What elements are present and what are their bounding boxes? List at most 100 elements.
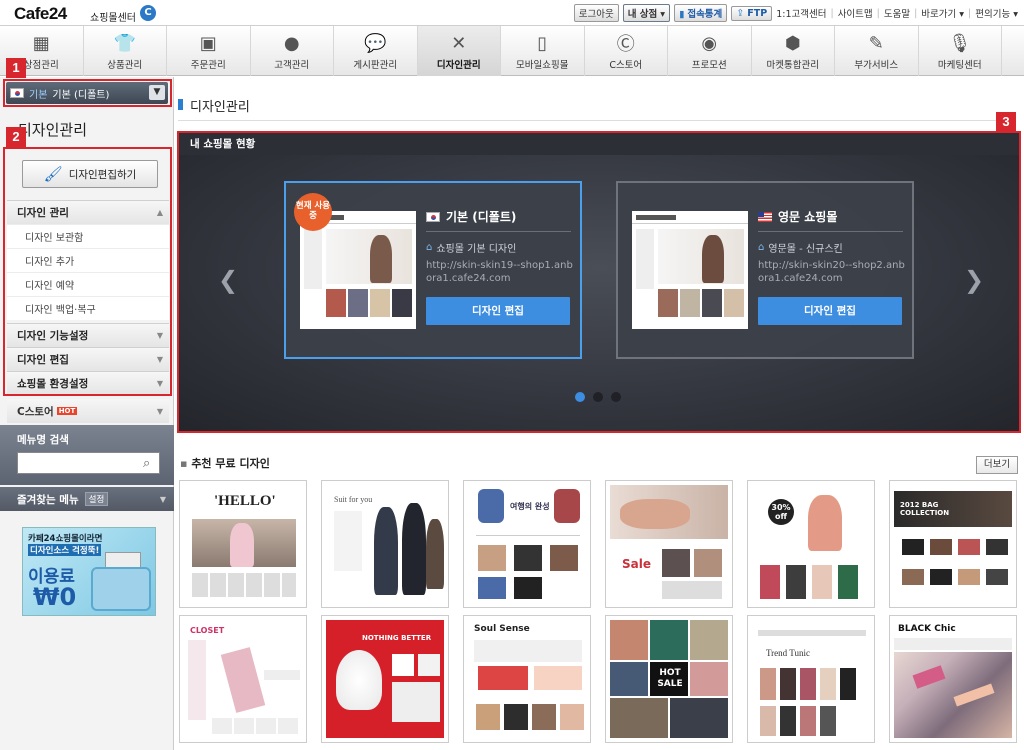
- market-icon: ⬢: [784, 32, 801, 54]
- marker-2: 2: [6, 127, 26, 147]
- page-title: 디자인관리: [190, 100, 250, 115]
- design-tile[interactable]: 30% off: [747, 480, 875, 608]
- design-tile[interactable]: Soul Sense: [463, 615, 591, 743]
- nav-label: 게시판관리: [353, 60, 398, 71]
- nav-board[interactable]: 💬 게시판관리: [334, 26, 418, 76]
- ftp-button[interactable]: ⇪ FTP: [731, 5, 773, 21]
- tile-text: NOTHING BETTER: [362, 634, 432, 642]
- nav-orders[interactable]: ▣ 주문관리: [167, 26, 251, 76]
- more-button[interactable]: 더보기: [976, 456, 1018, 474]
- stats-button[interactable]: ▮ 접속통계: [674, 4, 728, 22]
- nav-label: 고객관리: [274, 60, 310, 71]
- nav-label: 부가서비스: [854, 60, 899, 71]
- divider: |: [968, 7, 972, 19]
- my-shop-label: 내 상점: [627, 9, 658, 20]
- sitemap-link[interactable]: 사이트맵: [838, 6, 873, 20]
- nav-cstore[interactable]: Ⓒ C스토어: [585, 26, 668, 76]
- recommend-title: ▪ 추천 무료 디자인: [180, 455, 270, 471]
- design-tile[interactable]: 2012 BAG COLLECTION: [889, 480, 1017, 608]
- nav-marketing[interactable]: 🎙 마케팅센터: [919, 26, 1002, 76]
- nav-mobile[interactable]: ▯ 모바일쇼핑몰: [501, 26, 585, 76]
- cstore-label: C스토어: [17, 405, 54, 418]
- design-tile[interactable]: 여행의 완성: [463, 480, 591, 608]
- tile-text: Soul Sense: [474, 624, 530, 634]
- divider: |: [914, 7, 918, 19]
- nav-label: 주문관리: [190, 60, 226, 71]
- design-tile[interactable]: CLOSET: [179, 615, 307, 743]
- favorites-bar[interactable]: 즐겨찾는 메뉴 설정 ▼: [0, 487, 174, 511]
- highlight-box-3: [177, 131, 1021, 433]
- bullet-icon: ▪: [180, 457, 188, 470]
- nav-label: C스토어: [609, 60, 643, 71]
- design-tile[interactable]: Trend Tunic: [747, 615, 875, 743]
- nav-promotion[interactable]: ◉ 프로모션: [668, 26, 752, 76]
- convenience-link[interactable]: 편의기능 ▾: [975, 6, 1018, 20]
- support-link[interactable]: 1:1고객센터: [776, 6, 826, 20]
- tile-preview: 'HELLO': [184, 485, 302, 603]
- basket-icon: [91, 567, 151, 611]
- speech-icon: 💬: [364, 32, 387, 54]
- favorites-label: 즐겨찾는 메뉴: [17, 493, 79, 506]
- design-tile[interactable]: 'HELLO': [179, 480, 307, 608]
- c-logo-icon: C: [140, 5, 156, 21]
- recommend-title-text: 추천 무료 디자인: [191, 457, 270, 470]
- tile-text: 여행의 완성: [510, 502, 550, 511]
- highlight-box-2: [3, 147, 172, 396]
- promo-banner[interactable]: 카페24쇼핑몰이라면 디자인소스 걱정뚝! 이용료 ₩0: [22, 527, 156, 616]
- brush-ruler-icon: ✕: [451, 32, 467, 54]
- upload-icon: ⇪: [736, 7, 745, 19]
- nav-addon[interactable]: ✎ 부가서비스: [835, 26, 919, 76]
- chart-icon: ▮: [679, 9, 685, 20]
- nav-market[interactable]: ⬢ 마켓통합관리: [752, 26, 835, 76]
- logout-button[interactable]: 로그아웃: [573, 4, 619, 22]
- tile-text: Sale: [622, 557, 651, 571]
- shortcut-link[interactable]: 바로가기 ▾: [921, 6, 964, 20]
- cstore-icon: Ⓒ: [616, 34, 635, 55]
- pencil-icon: ✎: [868, 32, 884, 54]
- nav-label: 모바일쇼핑몰: [516, 60, 569, 71]
- favorites-setting-button[interactable]: 설정: [84, 492, 109, 506]
- menu-search-input[interactable]: [17, 452, 160, 474]
- nav-label: 디자인관리: [436, 60, 481, 71]
- cafe24-logo[interactable]: Cafe24: [14, 4, 67, 24]
- design-tile[interactable]: BLACK Chic: [889, 615, 1017, 743]
- tile-preview: CLOSET: [184, 620, 302, 738]
- tile-preview: 여행의 완성: [468, 485, 586, 603]
- top-bar: Cafe24 쇼핑몰센터 C 로그아웃 내 상점 ▾ ▮ 접속통계 ⇪ FTP …: [0, 0, 1024, 26]
- nav-label: 프로모션: [691, 60, 727, 71]
- main-nav: ▦ 상점관리 👕 상품관리 ▣ 주문관리 ● 고객관리 💬 게시판관리 ✕ 디자인관리 ▯ 모…: [0, 26, 1024, 76]
- promotion-icon: ◉: [701, 32, 718, 54]
- marker-3: 3: [996, 112, 1016, 132]
- logo-subtitle: 쇼핑몰센터: [90, 13, 136, 24]
- store-icon: ▦: [32, 32, 50, 54]
- design-tile[interactable]: Sale: [605, 480, 733, 608]
- tile-preview: HOT SALE: [610, 620, 728, 738]
- help-link[interactable]: 도움말: [884, 6, 910, 20]
- menu-search-label: 메뉴명 검색: [17, 434, 69, 446]
- box-icon: ▣: [199, 32, 217, 54]
- nav-label: 마케팅센터: [937, 60, 982, 71]
- promo-line1: 카페24쇼핑몰이라면: [28, 534, 103, 544]
- shirt-icon: 👕: [113, 32, 136, 54]
- top-links: 로그아웃 내 상점 ▾ ▮ 접속통계 ⇪ FTP 1:1고객센터 | 사이트맵 | …: [573, 4, 1018, 22]
- my-shop-button[interactable]: 내 상점 ▾: [622, 4, 671, 22]
- nav-design[interactable]: ✕ 디자인관리: [417, 26, 501, 76]
- tile-text: BLACK Chic: [898, 624, 956, 634]
- mobile-icon: ▯: [537, 32, 548, 54]
- tile-preview: Suit for you: [326, 485, 444, 603]
- search-icon[interactable]: ⌕: [143, 456, 157, 471]
- tile-text: Trend Tunic: [766, 648, 810, 658]
- nav-customers[interactable]: ● 고객관리: [251, 26, 334, 76]
- nav-products[interactable]: 👕 상품관리: [84, 26, 167, 76]
- design-tile[interactable]: NOTHING BETTER: [321, 615, 449, 743]
- divider: [178, 120, 1016, 121]
- sidebar-title: 디자인관리: [18, 121, 88, 139]
- sidebar-cstore[interactable]: C스토어 HOT ▼: [7, 399, 169, 423]
- tile-preview: BLACK Chic: [894, 620, 1012, 738]
- design-tile[interactable]: HOT SALE: [605, 615, 733, 743]
- person-icon: ●: [283, 32, 300, 54]
- design-tile[interactable]: Suit for you: [321, 480, 449, 608]
- tile-preview: Trend Tunic: [752, 620, 870, 738]
- chevron-down-icon: ▾: [660, 9, 666, 20]
- nav-label: 마켓통합관리: [766, 60, 819, 71]
